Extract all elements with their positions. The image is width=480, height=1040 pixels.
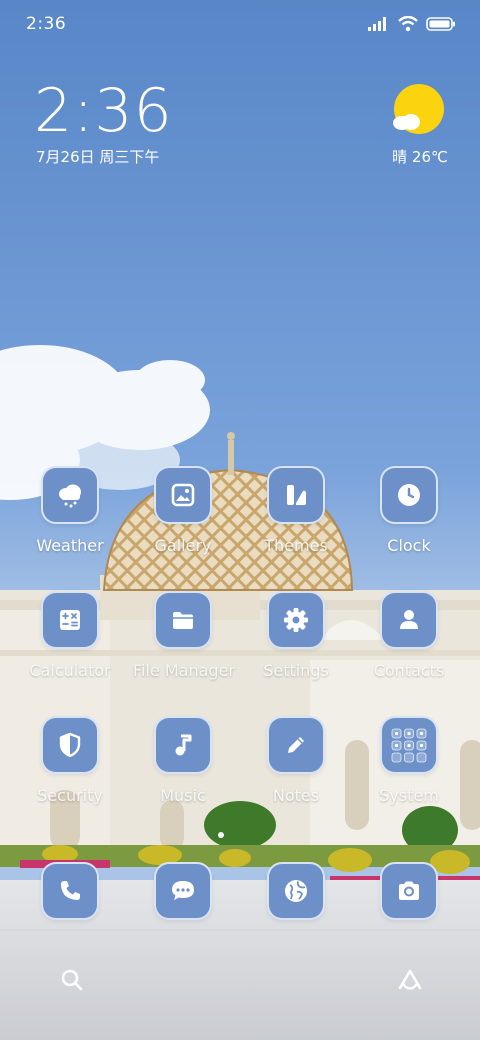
- folder-icon: [173, 612, 193, 629]
- app-tile[interactable]: [267, 591, 325, 649]
- camera-icon: [399, 881, 419, 900]
- pencil-icon: [288, 737, 304, 753]
- weather-widget[interactable]: 晴 26℃: [380, 82, 460, 172]
- gear-icon: [284, 608, 308, 632]
- app-clock[interactable]: Clock: [359, 466, 459, 555]
- app-label: Weather: [36, 536, 104, 555]
- themes-icon: [287, 485, 306, 505]
- clock-widget-date: 7月26日 周三下午: [36, 148, 160, 166]
- signal-icon: [368, 17, 386, 31]
- app-music[interactable]: Music: [133, 716, 233, 805]
- app-label: Contacts: [373, 661, 445, 680]
- wifi-icon: [398, 16, 418, 32]
- app-contacts[interactable]: Contacts: [359, 591, 459, 680]
- folder-grid-icon: [391, 728, 427, 763]
- app-notes[interactable]: Notes: [246, 716, 346, 805]
- app-label: Clock: [387, 536, 431, 555]
- app-tile[interactable]: [41, 466, 99, 524]
- app-label: Music: [160, 786, 206, 805]
- app-tile[interactable]: [267, 716, 325, 774]
- app-tile[interactable]: [380, 716, 438, 774]
- dock-phone[interactable]: [20, 862, 120, 920]
- app-tile[interactable]: [380, 466, 438, 524]
- status-time: 2:36: [26, 14, 67, 34]
- app-weather[interactable]: Weather: [20, 466, 120, 555]
- status-bar: 2:36: [0, 0, 480, 50]
- music-note-icon: [175, 734, 192, 756]
- app-label: Notes: [272, 786, 320, 805]
- image-icon: [171, 483, 195, 507]
- status-icons: [368, 16, 456, 32]
- dock-messaging[interactable]: [133, 862, 233, 920]
- dock-camera[interactable]: [359, 862, 459, 920]
- app-settings[interactable]: Settings: [246, 591, 346, 680]
- app-tile[interactable]: [154, 466, 212, 524]
- app-tile[interactable]: [41, 716, 99, 774]
- app-label: Gallery: [154, 536, 212, 555]
- dock-browser[interactable]: [246, 862, 346, 920]
- page-indicator-dot: [218, 832, 224, 838]
- app-calculator[interactable]: Calculator: [20, 591, 120, 680]
- app-security[interactable]: Security: [20, 716, 120, 805]
- app-tile[interactable]: [154, 862, 212, 920]
- app-tile[interactable]: [154, 716, 212, 774]
- search-icon[interactable]: [58, 966, 86, 994]
- person-icon: [400, 610, 418, 629]
- app-tile[interactable]: [41, 591, 99, 649]
- clock-widget-time[interactable]: 2:36: [34, 76, 173, 146]
- cloud-icon: [393, 114, 420, 130]
- assistant-icon[interactable]: [394, 966, 426, 994]
- app-system-folder[interactable]: System: [359, 716, 459, 805]
- app-label: System: [379, 786, 439, 805]
- app-label: Themes: [264, 536, 328, 555]
- weather-widget-text: 晴 26℃: [392, 148, 448, 166]
- app-tile[interactable]: [380, 591, 438, 649]
- app-gallery[interactable]: Gallery: [133, 466, 233, 555]
- calculator-icon: [60, 610, 80, 630]
- globe-icon: [285, 880, 307, 902]
- app-label: File Manager: [133, 661, 235, 680]
- cloud-rain-icon: [59, 484, 81, 508]
- app-label: Settings: [263, 661, 329, 680]
- app-label: Calculator: [29, 661, 111, 680]
- app-tile[interactable]: [267, 862, 325, 920]
- app-tile[interactable]: [154, 591, 212, 649]
- battery-icon: [426, 17, 455, 31]
- app-file-manager[interactable]: File Manager: [133, 591, 235, 680]
- app-tile[interactable]: [380, 862, 438, 920]
- chat-icon: [172, 881, 194, 900]
- app-tile[interactable]: [41, 862, 99, 920]
- shield-icon: [59, 732, 81, 758]
- app-tile[interactable]: [267, 466, 325, 524]
- app-label: Security: [37, 786, 103, 805]
- phone-icon: [61, 881, 80, 900]
- app-themes[interactable]: Themes: [246, 466, 346, 555]
- clock-icon: [398, 484, 420, 506]
